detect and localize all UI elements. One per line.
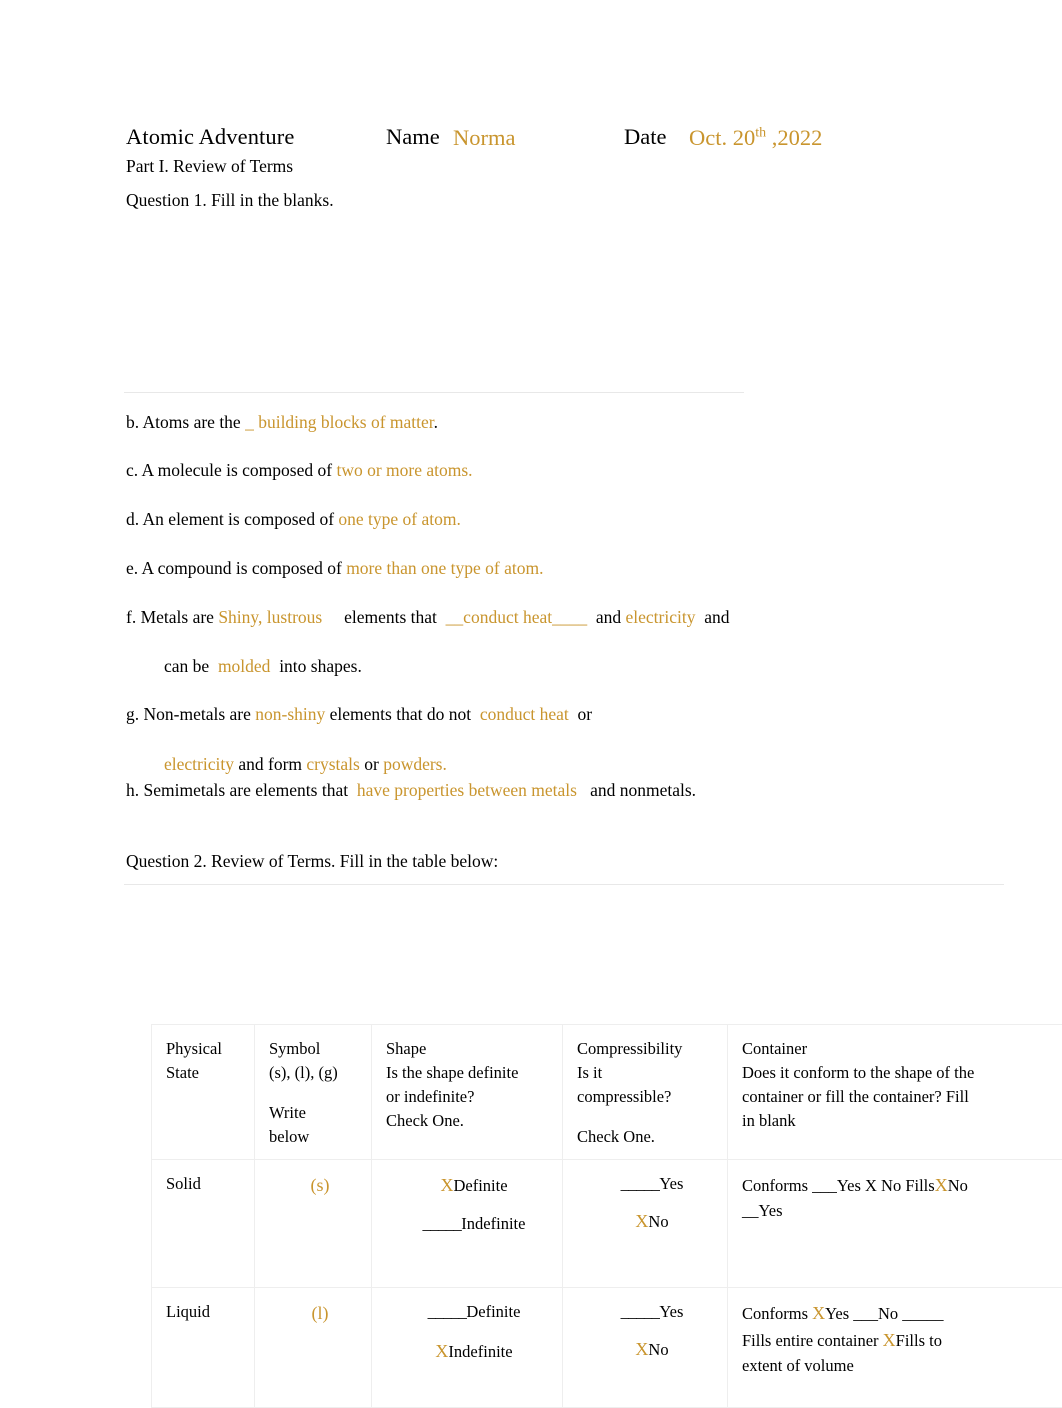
blank-item-c: c. A molecule is composed of two or more…: [126, 460, 473, 482]
shape-option-definite: XDefinite: [386, 1172, 562, 1212]
container-solid-post: No: [948, 1176, 968, 1195]
header-compressibility: Compressibility Is it compressible? Chec…: [563, 1025, 728, 1160]
compress-option-no: XNo: [577, 1208, 727, 1234]
container-solid-line2: __Yes: [742, 1199, 1062, 1224]
date-value: Oct. 20th ,2022: [689, 125, 822, 151]
blank-item-d: d. An element is composed of one type of…: [126, 509, 461, 531]
cell-shape-liquid: _____Definite XIndefinite: [372, 1287, 563, 1407]
page-title: Atomic Adventure: [126, 124, 294, 150]
compress-option-yes: _____Yes: [577, 1172, 727, 1208]
container-liquid-pre: Conforms: [742, 1304, 812, 1323]
blank-item-g: g. Non-metals are non-shiny elements tha…: [126, 704, 592, 726]
blank-h-lead: h. Semimetals are elements that: [126, 780, 348, 800]
blank-h-answer: have properties between metals: [357, 780, 577, 800]
date-label: Date: [624, 124, 666, 150]
blank-g-line2-mid-2: or: [364, 754, 379, 774]
blank-g-line2-answer-2: crystals: [306, 754, 359, 774]
blank-b-tail: .: [434, 412, 438, 432]
document-header: Atomic Adventure Name Norma Date Oct. 20…: [126, 124, 1006, 156]
table-row: Liquid (l) _____Definite XIndefinite ___…: [152, 1287, 1062, 1407]
blank-g-mid-1: elements that do not: [330, 704, 471, 724]
cell-state-liquid: Liquid: [152, 1287, 255, 1407]
blank-g-line2-answer-3: powders.: [383, 754, 447, 774]
cell-symbol-liquid: (l): [255, 1287, 372, 1407]
blank-f-line2-lead: can be: [164, 656, 209, 676]
section-divider-1: [124, 392, 744, 393]
question-2-heading: Question 2. Review of Terms. Fill in the…: [126, 851, 498, 872]
header-shape: Shape Is the shape definite or indefinit…: [372, 1025, 563, 1160]
worksheet-page: Atomic Adventure Name Norma Date Oct. 20…: [0, 0, 1062, 1377]
blank-g-answer-1: non-shiny: [255, 704, 325, 724]
container-liquid-line3: extent of volume: [742, 1354, 1062, 1379]
blank-item-g-line2: electricity and form crystals or powders…: [164, 754, 447, 776]
compress-option-yes: _____Yes: [577, 1300, 727, 1336]
blank-e-lead: e. A compound is composed of: [126, 558, 342, 578]
container-liquid-mark-2: X: [883, 1330, 896, 1350]
blank-g-lead: g. Non-metals are: [126, 704, 251, 724]
name-label: Name: [386, 124, 440, 150]
table-row: Solid (s) XDefinite _____Indefinite ____…: [152, 1159, 1062, 1287]
cell-state-solid: Solid: [152, 1159, 255, 1287]
blank-c-answer: two or more atoms.: [336, 460, 472, 480]
cell-symbol-solid: (s): [255, 1159, 372, 1287]
shape-option-indefinite: _____Indefinite: [386, 1212, 562, 1236]
blank-f-answer-2: __conduct heat____: [446, 607, 587, 627]
blank-item-e: e. A compound is composed of more than o…: [126, 558, 544, 580]
container-liquid-line2: Fills entire container XFills to: [742, 1327, 1062, 1354]
blank-g-line2-mid: and form: [238, 754, 302, 774]
header-container: Container Does it conform to the shape o…: [728, 1025, 1062, 1160]
header-physical-state: Physical State: [152, 1025, 255, 1160]
blank-f-answer-1: Shiny, lustrous: [218, 607, 322, 627]
blank-h-tail: and nonmetals.: [590, 780, 696, 800]
blank-b-answer: _ building blocks of matter: [245, 412, 434, 432]
blank-item-b: b. Atoms are the _ building blocks of ma…: [126, 412, 438, 434]
blank-f-line2-answer: molded: [218, 656, 271, 676]
container-liquid-mark-1: X: [812, 1303, 825, 1323]
blank-item-h: h. Semimetals are elements that have pro…: [126, 780, 696, 802]
table-header-row: Physical State Symbol (s), (l), (g) Writ…: [152, 1025, 1062, 1160]
blank-g-answer-2: conduct heat: [480, 704, 569, 724]
container-liquid-post: Yes ___No _____: [825, 1304, 943, 1323]
shape-option-definite: _____Definite: [386, 1300, 562, 1338]
blank-f-line2-tail: into shapes.: [279, 656, 362, 676]
blank-d-answer: one type of atom.: [338, 509, 460, 529]
blank-b-lead: b. Atoms are the: [126, 412, 241, 432]
blank-item-f: f. Metals are Shiny, lustrous elements t…: [126, 607, 730, 629]
blank-f-tail: and: [704, 607, 729, 627]
cell-compressibility-solid: _____Yes XNo: [563, 1159, 728, 1287]
part-heading: Part I. Review of Terms: [126, 156, 293, 177]
section-divider-2: [124, 884, 1004, 885]
blank-f-lead: f. Metals are: [126, 607, 214, 627]
cell-container-solid: Conforms ___Yes X No FillsXNo __Yes: [728, 1159, 1062, 1287]
question-1-heading: Question 1. Fill in the blanks.: [126, 190, 334, 211]
blank-f-mid-2: and: [596, 607, 621, 627]
cell-compressibility-liquid: _____Yes XNo: [563, 1287, 728, 1407]
states-of-matter-table: Physical State Symbol (s), (l), (g) Writ…: [151, 1024, 1062, 1408]
blank-d-lead: d. An element is composed of: [126, 509, 334, 529]
container-solid-pre: Conforms ___Yes X No Fills: [742, 1176, 935, 1195]
blank-g-tail: or: [578, 704, 593, 724]
compress-option-no: XNo: [577, 1336, 727, 1362]
blank-c-lead: c. A molecule is composed of: [126, 460, 332, 480]
blank-item-f-line2: can be molded into shapes.: [164, 656, 362, 678]
name-value: Norma: [453, 125, 515, 151]
blank-f-mid-1: elements that: [344, 607, 437, 627]
blank-e-answer: more than one type of atom.: [346, 558, 543, 578]
cell-shape-solid: XDefinite _____Indefinite: [372, 1159, 563, 1287]
blank-g-line2-answer-1: electricity: [164, 754, 234, 774]
blank-f-answer-3: electricity: [626, 607, 696, 627]
cell-container-liquid: Conforms XYes ___No _____ Fills entire c…: [728, 1287, 1062, 1407]
container-solid-mark: X: [935, 1175, 948, 1195]
header-symbol: Symbol (s), (l), (g) Write below: [255, 1025, 372, 1160]
shape-option-indefinite: XIndefinite: [386, 1338, 562, 1364]
